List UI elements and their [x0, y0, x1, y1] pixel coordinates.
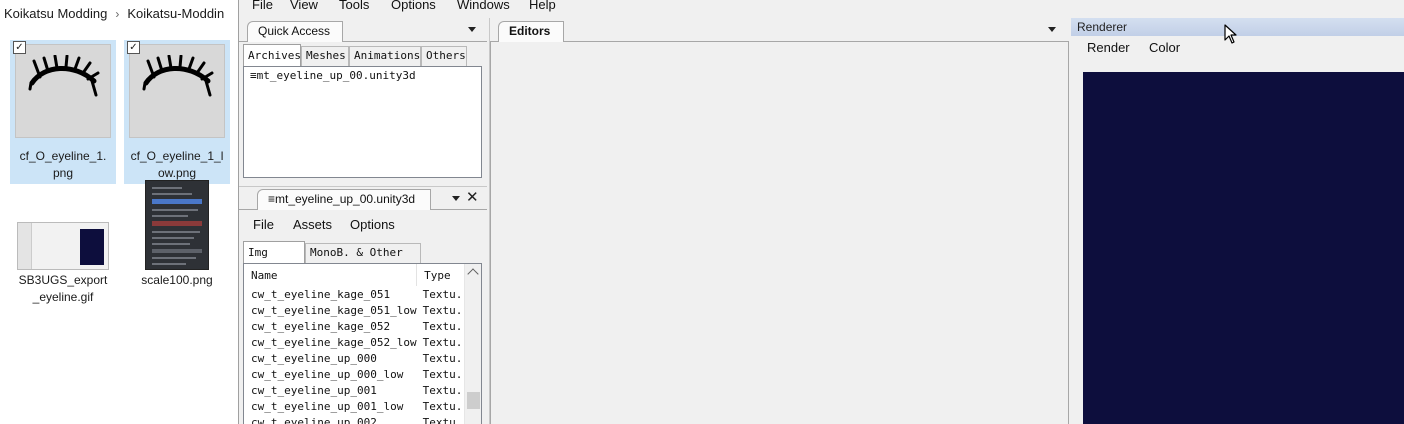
- vertical-scrollbar[interactable]: [464, 264, 481, 424]
- asset-name: cw_t_eyeline_up_001_low: [251, 399, 404, 413]
- menu-options[interactable]: Options: [391, 0, 436, 11]
- renderer-panel: Renderer Render Color: [1071, 18, 1404, 424]
- menu-windows[interactable]: Windows: [457, 0, 510, 11]
- column-header-type[interactable]: Type: [416, 264, 470, 286]
- tab-editors[interactable]: Editors: [498, 21, 564, 42]
- file-name: cf_O_eyeline_1. png: [10, 146, 116, 184]
- tab-animations[interactable]: Animations: [349, 46, 421, 66]
- tab-quick-access[interactable]: Quick Access: [247, 21, 343, 42]
- asset-type: Textu..: [422, 303, 469, 317]
- menu-tools[interactable]: Tools: [339, 0, 369, 11]
- render-canvas[interactable]: [1083, 72, 1404, 424]
- menu-render[interactable]: Render: [1087, 40, 1130, 55]
- asset-type: Textu..: [422, 335, 469, 349]
- asset-table: Name Type cw_t_eyeline_kage_051 Textu.. c…: [244, 264, 470, 424]
- scroll-up-icon[interactable]: [467, 268, 479, 280]
- table-row[interactable]: cw_t_eyeline_up_001 Textu..: [244, 382, 469, 398]
- asset-type: Textu..: [422, 415, 469, 424]
- column-header-name[interactable]: Name: [244, 264, 418, 286]
- menu-color[interactable]: Color: [1149, 40, 1180, 55]
- asset-type: Textu..: [422, 399, 469, 413]
- menubar: File View Tools Options Windows Help: [239, 0, 1069, 16]
- editors-content: [490, 42, 1069, 424]
- asset-type: Textu..: [422, 287, 469, 301]
- list-item[interactable]: ≡mt_eyeline_up_00.unity3d: [244, 67, 481, 84]
- asset-name: cw_t_eyeline_kage_052_low: [251, 335, 417, 349]
- asset-name: cw_t_eyeline_kage_052: [251, 319, 391, 333]
- table-row[interactable]: cw_t_eyeline_up_000_low Textu..: [244, 366, 469, 382]
- table-row[interactable]: cw_t_eyeline_kage_052_low Textu..: [244, 334, 469, 350]
- gif-thumbnail: [17, 222, 109, 270]
- asset-name: cw_t_eyeline_kage_051: [251, 287, 391, 301]
- asset-name: cw_t_eyeline_up_002: [251, 415, 377, 424]
- table-row[interactable]: cw_t_eyeline_kage_051_low Textu..: [244, 302, 469, 318]
- eyeline-image: [28, 55, 100, 97]
- mouse-cursor-icon: [1224, 24, 1237, 44]
- quick-access-panel: Quick Access Archives Meshes Animations …: [239, 18, 487, 182]
- tab-others[interactable]: Others: [421, 46, 467, 66]
- breadcrumb-item[interactable]: Koikatsu Modding: [4, 6, 107, 21]
- unity3d-tabstrip: ≡mt_eyeline_up_00.unity3d ✕: [239, 187, 487, 210]
- checkbox-checked-icon[interactable]: ✓: [13, 41, 26, 54]
- file-item[interactable]: SB3UGS_export _eyeline.gif: [10, 222, 116, 308]
- editors-tabstrip: Editors: [490, 18, 1069, 42]
- dropdown-arrow-icon[interactable]: [452, 196, 460, 201]
- asset-type: Textu..: [422, 351, 469, 365]
- table-row[interactable]: cw_t_eyeline_up_001_low Textu..: [244, 398, 469, 414]
- tab-meshes[interactable]: Meshes: [301, 46, 349, 66]
- menu-file[interactable]: File: [253, 217, 274, 232]
- asset-type: Textu..: [422, 367, 469, 381]
- file-name: cf_O_eyeline_1_l ow.png: [124, 146, 230, 184]
- file-explorer: Koikatsu Modding › Koikatsu-Moddin ✓ cf_O_…: [0, 0, 238, 424]
- breadcrumb-item[interactable]: Koikatsu-Moddin: [127, 6, 224, 21]
- editors-panel: Editors: [489, 18, 1069, 424]
- breadcrumb: Koikatsu Modding › Koikatsu-Moddin: [4, 6, 224, 21]
- asset-name: cw_t_eyeline_up_000: [251, 351, 377, 365]
- unity3d-menu: File Assets Options: [239, 217, 487, 235]
- quick-access-subtabs: Archives Meshes Animations Others: [243, 44, 483, 66]
- eyeline-image: [142, 55, 214, 97]
- archives-list: ≡mt_eyeline_up_00.unity3d: [243, 66, 482, 178]
- menu-help[interactable]: Help: [529, 0, 556, 11]
- table-row[interactable]: cw_t_eyeline_kage_052 Textu..: [244, 318, 469, 334]
- tab-unity3d-file[interactable]: ≡mt_eyeline_up_00.unity3d: [257, 189, 431, 210]
- tab-archives[interactable]: Archives: [243, 44, 301, 66]
- dropdown-arrow-icon[interactable]: [1048, 27, 1056, 32]
- checkbox-checked-icon[interactable]: ✓: [127, 41, 140, 54]
- asset-name: cw_t_eyeline_kage_051_low: [251, 303, 417, 317]
- unity3d-subtabs: Img [212] MonoB. & Other [1]: [243, 241, 483, 281]
- file-item[interactable]: ✓ cf_O_eyeline_1. png: [10, 40, 116, 184]
- thumbnail: ✓: [124, 40, 230, 146]
- table-row[interactable]: cw_t_eyeline_kage_051 Textu..: [244, 286, 469, 302]
- table-row[interactable]: cw_t_eyeline_up_000 Textu..: [244, 350, 469, 366]
- asset-type: Textu..: [422, 319, 469, 333]
- menu-assets[interactable]: Assets: [293, 217, 332, 232]
- menu-view[interactable]: View: [290, 0, 318, 11]
- thumbnail: ✓: [10, 40, 116, 146]
- file-item[interactable]: ✓ cf_O_eyeline_1_l ow.png: [124, 40, 230, 184]
- sb3ugs-window: File View Tools Options Windows Help Qui…: [238, 0, 1404, 424]
- file-name: scale100.png: [141, 273, 213, 287]
- dropdown-arrow-icon[interactable]: [468, 27, 476, 32]
- file-name: SB3UGS_export _eyeline.gif: [18, 273, 108, 304]
- asset-list: Name Type cw_t_eyeline_kage_051 Textu.. c…: [243, 263, 482, 424]
- chevron-right-icon: ›: [115, 7, 120, 21]
- tab-monob-other[interactable]: MonoB. & Other [1]: [305, 243, 421, 277]
- unity3d-panel: ≡mt_eyeline_up_00.unity3d ✕ File Assets …: [239, 186, 487, 424]
- asset-name: cw_t_eyeline_up_001: [251, 383, 377, 397]
- table-row[interactable]: cw_t_eyeline_up_002 Textu..: [244, 414, 469, 424]
- asset-type: Textu..: [422, 383, 469, 397]
- tab-img[interactable]: Img [212]: [243, 241, 305, 281]
- asset-name: cw_t_eyeline_up_000_low: [251, 367, 404, 381]
- file-item[interactable]: scale100.png: [124, 180, 230, 291]
- scroll-thumb[interactable]: [467, 392, 480, 409]
- png-thumbnail: [145, 180, 209, 270]
- close-icon[interactable]: ✕: [466, 189, 479, 207]
- menu-file[interactable]: File: [252, 0, 273, 11]
- quick-access-tabstrip: Quick Access: [239, 18, 487, 42]
- menu-options[interactable]: Options: [350, 217, 395, 232]
